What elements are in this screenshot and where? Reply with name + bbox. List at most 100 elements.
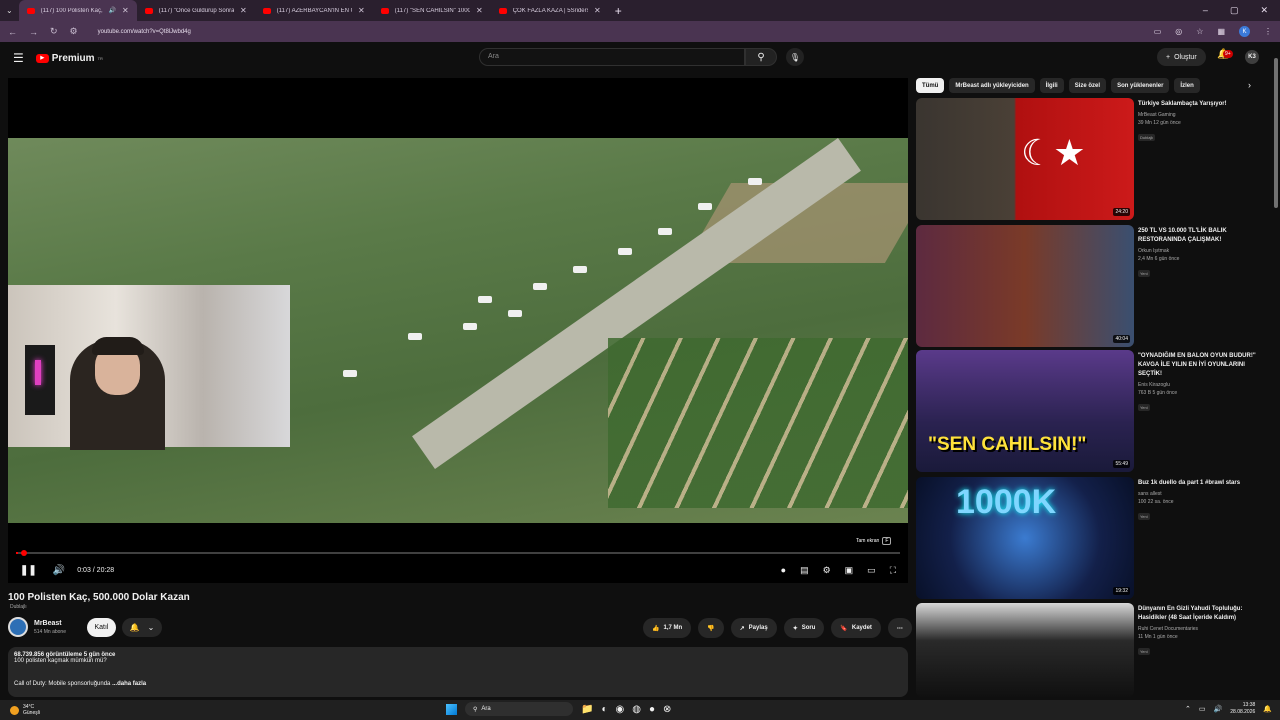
speaker-tray-icon[interactable]: 🔊 <box>1214 705 1223 713</box>
close-tab-icon[interactable]: ✕ <box>594 6 601 15</box>
close-window-icon[interactable]: ✕ <box>1260 5 1268 16</box>
discord-icon[interactable]: ◍ <box>632 704 641 715</box>
scrubber-handle[interactable] <box>21 550 27 556</box>
site-info-icon[interactable]: ⚙ <box>70 26 78 37</box>
volume-icon[interactable]: 🔊 <box>53 565 65 576</box>
subtitles-icon[interactable]: ▤ <box>800 565 809 576</box>
description-box[interactable]: 68.739.856 görüntüleme 5 gün önce 100 po… <box>8 647 908 697</box>
weather-widget[interactable]: 34°C Güneşli <box>10 704 40 716</box>
video-thumbnail[interactable] <box>916 603 1134 697</box>
autoplay-toggle-icon[interactable]: ● <box>781 565 786 575</box>
profile-avatar[interactable]: K <box>1239 26 1250 37</box>
rec-title[interactable]: Dünyanın En Gizli Yahudi Topluluğu: Hasi… <box>1138 605 1263 623</box>
theater-mode-icon[interactable]: ▭ <box>867 565 876 576</box>
video-thumbnail[interactable]: 24:20 <box>916 98 1134 220</box>
maximize-icon[interactable]: ▢ <box>1230 5 1239 16</box>
youtube-logo[interactable]: ▶ Premium TR <box>35 53 103 64</box>
channel-avatar[interactable] <box>8 617 28 637</box>
like-button[interactable]: 👍 1,7 Mn <box>643 618 692 638</box>
cast-icon[interactable]: ▭ <box>1154 27 1162 36</box>
minimize-icon[interactable]: – <box>1203 5 1208 16</box>
chrome-icon[interactable]: ◉ <box>616 704 625 715</box>
scrollbar-thumb[interactable] <box>1274 58 1278 208</box>
channel-name[interactable]: MrBeast <box>34 620 66 627</box>
video-car <box>463 323 477 330</box>
hamburger-menu-icon[interactable]: ☰ <box>13 51 24 65</box>
dislike-button[interactable]: 👎 <box>698 618 724 638</box>
recommendation-item[interactable]: Dünyanın En Gizli Yahudi Topluluğu: Hasi… <box>916 603 1261 697</box>
url-field[interactable]: youtube.com/watch?v=Qt8lJwbd4g <box>98 29 191 35</box>
ask-button[interactable]: ✦ Soru <box>783 618 825 638</box>
browser-tab-2[interactable]: (117) "Önce Güldürüp Sonra D ✕ <box>137 0 255 21</box>
recommendation-item[interactable]: 55:49 "OYNADIĞIM EN BALON OYUN BUDUR!" K… <box>916 350 1261 474</box>
progress-bar[interactable] <box>16 550 900 556</box>
taskbar-search[interactable]: ⚲ Ara <box>465 702 573 716</box>
browser-tab-3[interactable]: (117) AZERBAYCAN'IN EN GÜÇ✕ <box>255 0 373 21</box>
file-explorer-icon[interactable]: 📁 <box>581 704 593 715</box>
rec-title[interactable]: 250 TL VS 10.000 TL'LİK BALIK RESTORANIN… <box>1138 227 1263 245</box>
chip-recent[interactable]: Son yüklenenler <box>1111 78 1170 93</box>
rec-title[interactable]: Buz 1k duello da part 1 #brawl stars <box>1138 479 1263 488</box>
share-button[interactable]: ↗ Paylaş <box>730 618 777 638</box>
browser-menu-icon[interactable]: ⋮ <box>1264 27 1272 36</box>
rec-channel[interactable]: MrBeast Gaming <box>1138 112 1263 118</box>
rec-channel[interactable]: Orkun Işıtmak <box>1138 248 1263 254</box>
search-button[interactable]: ⚲ <box>745 48 777 66</box>
video-thumbnail[interactable]: 19:32 <box>916 477 1134 599</box>
show-more-link[interactable]: ...daha fazla <box>112 681 146 687</box>
extensions-icon[interactable]: ▦ <box>1217 27 1225 36</box>
rec-title[interactable]: Türkiye Saklambaçta Yarışıyor! <box>1138 100 1263 109</box>
browser-tab-5[interactable]: ÇOK FAZLA KAZA | 5Sriders | M✕ <box>491 0 609 21</box>
chip-from-uploader[interactable]: MrBeast adlı yükleyiciden <box>949 78 1035 93</box>
spotify-icon[interactable]: ● <box>649 704 655 715</box>
video-thumbnail[interactable]: 40:04 <box>916 225 1134 347</box>
close-tab-icon[interactable]: ✕ <box>358 6 365 15</box>
video-player[interactable]: Tam ekran F ❚❚ 🔊 0:03 / 20:28 ● ▤ ⚙ ▣ ▭ ⛶ <box>8 78 908 583</box>
notification-center-icon[interactable]: 🔔 <box>1263 705 1272 713</box>
chip-all[interactable]: Tümü <box>916 78 945 93</box>
back-icon[interactable]: ← <box>8 27 17 37</box>
close-tab-icon[interactable]: ✕ <box>240 6 247 15</box>
browser-tab-4[interactable]: (117) "SEN CAHİLSİN" 1000 K ✕ <box>373 0 491 21</box>
page-scrollbar[interactable] <box>1272 44 1280 700</box>
edge-icon[interactable]: ◐ <box>601 704 607 715</box>
tab-search-icon[interactable]: ⌄ <box>0 6 19 15</box>
voice-search-button[interactable]: 🎙 <box>786 48 804 66</box>
subscribed-notification-button[interactable]: 🔔 ⌄ <box>122 618 162 637</box>
recommendation-item[interactable]: 24:20 Türkiye Saklambaçta Yarışıyor! MrBe… <box>916 98 1261 222</box>
pause-icon[interactable]: ❚❚ <box>20 565 37 576</box>
rec-channel[interactable]: sans allest <box>1138 491 1263 497</box>
eye-off-icon[interactable]: ◎ <box>1175 27 1182 36</box>
tray-chevron-icon[interactable]: ⌃ <box>1185 705 1191 713</box>
network-icon[interactable]: ▭ <box>1199 705 1206 713</box>
chip-for-you[interactable]: Size özel <box>1068 78 1107 93</box>
chevron-right-icon[interactable]: › <box>1248 80 1251 90</box>
more-actions-button[interactable]: ⋯ <box>887 618 912 638</box>
video-thumbnail[interactable]: 55:49 <box>916 350 1134 472</box>
forward-icon[interactable]: → <box>29 27 38 37</box>
recommendation-item[interactable]: 40:04 250 TL VS 10.000 TL'LİK BALIK REST… <box>916 225 1261 349</box>
fullscreen-icon[interactable]: ⛶ <box>890 565 896 576</box>
chip-related[interactable]: İlgili <box>1039 78 1064 93</box>
close-tab-icon[interactable]: ✕ <box>476 6 483 15</box>
rec-channel[interactable]: Ruhi Cenet Documentaries <box>1138 626 1263 632</box>
close-tab-icon[interactable]: ✕ <box>122 6 129 15</box>
new-tab-button[interactable]: + <box>615 4 622 18</box>
chip-watched[interactable]: İzlen <box>1174 78 1200 93</box>
bookmark-star-icon[interactable]: ☆ <box>1196 27 1203 36</box>
create-button[interactable]: + Oluştur <box>1157 48 1206 66</box>
rec-channel[interactable]: Enis Kirazoglu <box>1138 382 1263 388</box>
reload-icon[interactable]: ↻ <box>50 26 58 37</box>
browser-tab-1[interactable]: (117) 100 Polisten Kaç, 500🔊✕ <box>18 0 137 21</box>
windows-start-icon[interactable] <box>446 703 457 715</box>
xbox-icon[interactable]: ⊗ <box>663 704 671 715</box>
miniplayer-icon[interactable]: ▣ <box>845 565 854 576</box>
save-button[interactable]: 🔖 Kaydet <box>831 618 881 638</box>
taskbar-clock[interactable]: 13:38 28.08.2026 <box>1230 702 1255 716</box>
recommendation-item[interactable]: 19:32 Buz 1k duello da part 1 #brawl sta… <box>916 477 1261 601</box>
search-input[interactable]: Ara <box>479 48 745 66</box>
rec-title[interactable]: "OYNADIĞIM EN BALON OYUN BUDUR!" KAVGA İ… <box>1138 352 1263 379</box>
settings-gear-icon[interactable]: ⚙ <box>823 565 831 576</box>
join-button[interactable]: Katıl <box>87 618 116 637</box>
account-avatar[interactable]: K3 <box>1245 50 1259 64</box>
